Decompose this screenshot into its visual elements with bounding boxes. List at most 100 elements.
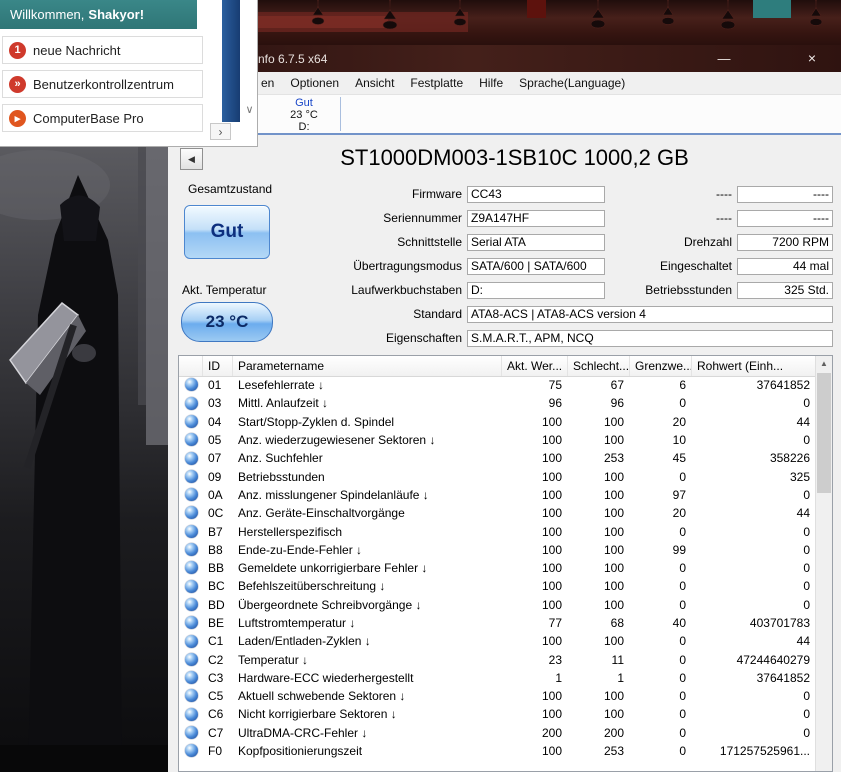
attribute-worst: 200: [603, 725, 624, 740]
back-button[interactable]: ◀: [180, 148, 203, 170]
attribute-id: C6: [208, 707, 224, 722]
window-titlebar[interactable]: nfo 6.7.5 x64 — ×: [168, 45, 841, 72]
table-row[interactable]: BB Gemeldete unkorrigierbare Fehler ↓ 10…: [179, 559, 816, 577]
attribute-current: 100: [541, 689, 562, 704]
attribute-worst: 100: [603, 414, 624, 429]
table-row[interactable]: BE Luftstromtemperatur ↓ 77 68 40 403701…: [179, 614, 816, 632]
table-scrollbar[interactable]: ▲: [815, 356, 832, 771]
attribute-threshold: 99: [672, 542, 686, 557]
info-row: ---- ----: [586, 206, 833, 230]
table-row[interactable]: C6 Nicht korrigierbare Sektoren ↓ 100 10…: [179, 705, 816, 723]
table-row[interactable]: 0A Anz. misslungener Spindelanläufe ↓ 10…: [179, 486, 816, 504]
table-row[interactable]: B8 Ende-zu-Ende-Fehler ↓ 100 100 99 0: [179, 541, 816, 559]
table-row[interactable]: 05 Anz. wiederzugewiesener Sektoren ↓ 10…: [179, 431, 816, 449]
menu-item[interactable]: Hilfe: [471, 73, 511, 93]
table-row[interactable]: 0C Anz. Geräte-Einschaltvorgänge 100 100…: [179, 504, 816, 522]
attribute-raw: 358226: [769, 451, 810, 466]
attribute-threshold: 0: [679, 707, 686, 722]
welcome-prefix: Willkommen,: [10, 7, 85, 22]
health-orb-icon: [179, 724, 203, 742]
close-button[interactable]: ×: [796, 45, 828, 72]
temperature-button[interactable]: 23 °C: [181, 302, 273, 342]
info-value: 7200 RPM: [737, 233, 833, 251]
attribute-id: BD: [208, 597, 225, 612]
attribute-id: 01: [208, 378, 222, 393]
attribute-current: 77: [548, 616, 562, 630]
attribute-worst: 100: [603, 561, 624, 576]
table-row[interactable]: C7 UltraDMA-CRC-Fehler ↓ 200 200 0 0: [179, 724, 816, 742]
minimize-button[interactable]: —: [708, 45, 740, 72]
attribute-raw: 44: [796, 414, 810, 429]
table-row[interactable]: 01 Lesefehlerrate ↓ 75 67 6 37641852: [179, 376, 816, 394]
table-row[interactable]: C1 Laden/Entladen-Zyklen ↓ 100 100 0 44: [179, 632, 816, 650]
notification-item-pro[interactable]: ▸ ComputerBase Pro: [2, 104, 203, 132]
info-label: Betriebsstunden: [645, 283, 732, 297]
table-row[interactable]: BD Übergeordnete Schreibvorgänge ↓ 100 1…: [179, 596, 816, 614]
attribute-id: 0A: [208, 487, 223, 502]
info-label: Eigenschaften: [385, 331, 462, 345]
attribute-name: Lesefehlerrate ↓: [238, 378, 325, 393]
drive-divider: [340, 97, 341, 131]
attribute-threshold: 0: [679, 744, 686, 759]
message-count-badge: 1: [9, 41, 26, 59]
welcome-header: Willkommen, Shakyor!: [0, 0, 197, 29]
health-orb-icon: [179, 559, 203, 577]
menu-item[interactable]: Festplatte: [402, 73, 471, 93]
header-threshold: Grenzwe...: [630, 356, 692, 376]
health-orb-icon: [179, 541, 203, 559]
health-orb-icon: [179, 376, 203, 394]
attribute-id: C5: [208, 689, 224, 704]
table-row[interactable]: C5 Aktuell schwebende Sektoren ↓ 100 100…: [179, 687, 816, 705]
menu-item[interactable]: Sprache(Language): [511, 73, 633, 93]
attribute-name: Luftstromtemperatur ↓: [238, 616, 356, 630]
info-value: ----: [737, 185, 833, 203]
attribute-name: Nicht korrigierbare Sektoren ↓: [238, 707, 397, 722]
health-orb-icon: [179, 394, 203, 412]
scrollbar-up-icon[interactable]: ▲: [816, 356, 832, 372]
table-row[interactable]: 04 Start/Stopp-Zyklen d. Spindel 100 100…: [179, 413, 816, 431]
menu-item[interactable]: Ansicht: [347, 73, 402, 93]
attribute-worst: 100: [603, 707, 624, 722]
table-row[interactable]: 03 Mittl. Anlaufzeit ↓ 96 96 0 0: [179, 394, 816, 412]
game-background-top: [168, 0, 841, 45]
attribute-name: Ende-zu-Ende-Fehler ↓: [238, 542, 363, 557]
attribute-threshold: 0: [679, 670, 686, 685]
health-orb-icon: [179, 468, 203, 486]
table-row[interactable]: C3 Hardware-ECC wiederhergestellt 1 1 0 …: [179, 669, 816, 687]
browser-edge: [222, 0, 240, 122]
attribute-raw: 325: [789, 469, 810, 484]
table-row[interactable]: 07 Anz. Suchfehler 100 253 45 358226: [179, 449, 816, 467]
attribute-current: 100: [541, 469, 562, 484]
chevron-down-icon[interactable]: ∨: [242, 102, 257, 118]
table-row[interactable]: BC Befehlszeitüberschreitung ↓ 100 100 0…: [179, 577, 816, 595]
info-row: Seriennummer Z9A147HF: [286, 206, 605, 230]
attribute-worst: 67: [610, 378, 624, 393]
drive-tab[interactable]: Gut 23 °C D:: [266, 96, 342, 133]
table-row[interactable]: 09 Betriebsstunden 100 100 0 325: [179, 467, 816, 485]
menu-item[interactable]: Optionen: [282, 73, 347, 93]
attribute-worst: 100: [603, 433, 624, 448]
scrollbar-thumb[interactable]: [817, 373, 831, 493]
attribute-worst: 96: [610, 396, 624, 411]
screenshot-root: nfo 6.7.5 x64 — × en Optionen Ansicht Fe…: [0, 0, 841, 772]
scroll-right-button[interactable]: ›: [210, 123, 231, 140]
drive-letter: D:: [298, 121, 310, 133]
info-value: Serial ATA: [467, 233, 605, 251]
notification-item-messages[interactable]: 1 neue Nachricht: [2, 36, 203, 64]
health-orb-icon: [179, 413, 203, 431]
info-value: CC43: [467, 185, 605, 203]
health-orb-icon: [179, 687, 203, 705]
info-fields-right: ---- ---- ---- ---- Drehzahl 7200 RPM Ei…: [586, 182, 833, 302]
hunter-artwork: [0, 145, 168, 772]
attribute-raw: 0: [803, 524, 810, 539]
table-row[interactable]: C2 Temperatur ↓ 23 11 0 47244640279: [179, 650, 816, 668]
chandelier-decoration: [168, 0, 823, 32]
welcome-username: Shakyor!: [88, 7, 145, 22]
health-status-button[interactable]: Gut: [184, 205, 270, 259]
attribute-raw: 37641852: [756, 378, 810, 393]
table-row[interactable]: B7 Herstellerspezifisch 100 100 0 0: [179, 522, 816, 540]
taskbar-fragment: [753, 0, 791, 18]
attribute-raw: 0: [803, 689, 810, 704]
table-row[interactable]: F0 Kopfpositionierungszeit 100 253 0 171…: [179, 742, 816, 760]
notification-item-usercp[interactable]: » Benutzerkontrollzentrum: [2, 70, 203, 98]
